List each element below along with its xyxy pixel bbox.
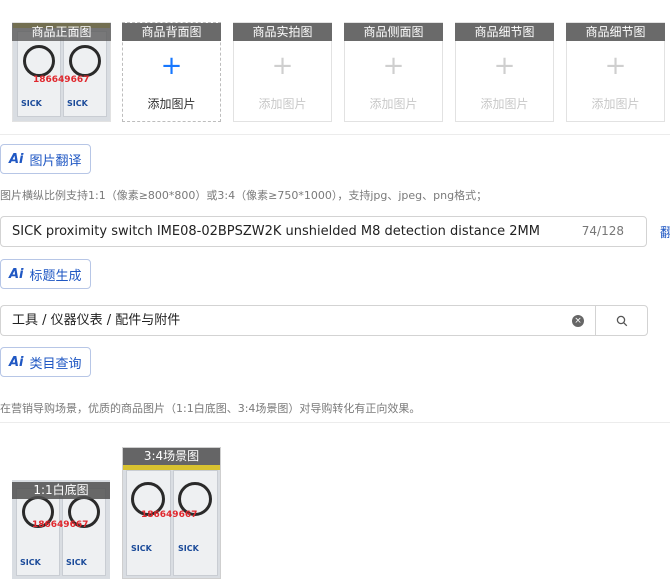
title-generate-button[interactable]: Ai 标题生成	[0, 259, 91, 289]
button-label: 类目查询	[29, 356, 82, 372]
photo-brand: SICK	[66, 558, 87, 567]
photo-brand: SICK	[21, 99, 42, 108]
plus-icon: +	[493, 51, 516, 81]
slot-caption: 商品细节图	[566, 23, 665, 41]
slot-caption: 商品实拍图	[233, 23, 332, 41]
image-format-hint: 图片横纵比例支持1:1（像素≥800*800）或3:4（像素≥750*1000）…	[0, 189, 488, 202]
slot-caption: 商品侧面图	[344, 23, 443, 41]
photo-brand: SICK	[178, 544, 199, 553]
category-value: 工具 / 仪器仪表 / 配件与附件	[12, 313, 181, 328]
slot-caption: 商品细节图	[455, 23, 554, 41]
image-slot-real[interactable]: 商品实拍图 + 添加图片	[233, 22, 332, 122]
image-slot-front[interactable]: 186649667 SICK SICK 商品正面图	[12, 22, 111, 122]
ai-icon: Ai	[9, 151, 24, 167]
plus-icon: +	[382, 51, 405, 81]
ai-icon: Ai	[9, 266, 24, 282]
title-counter: 74/128	[581, 224, 624, 238]
slot-caption: 商品背面图	[122, 23, 221, 41]
marketing-hint: 在营销导购场景，优质的商品图片（1:1白底图、3:4场景图）对导购转化有正向效果…	[0, 402, 421, 415]
photo-brand: SICK	[67, 99, 88, 108]
clear-icon[interactable]: ×	[572, 315, 584, 327]
button-label: 图片翻译	[29, 153, 82, 169]
search-icon	[616, 315, 628, 327]
photo-stamp: 186649667	[33, 75, 90, 85]
image-slot-detail-2[interactable]: 商品细节图 + 添加图片	[566, 22, 665, 122]
photo-coil	[69, 45, 101, 77]
plus-icon: +	[604, 51, 627, 81]
title-input[interactable]: SICK proximity switch IME08-02BPSZW2K un…	[0, 216, 647, 247]
image-slot-side[interactable]: 商品侧面图 + 添加图片	[344, 22, 443, 122]
image-slot-back[interactable]: 商品背面图 + 添加图片	[122, 22, 221, 122]
ai-icon: Ai	[9, 354, 24, 370]
slot-caption: 商品正面图	[12, 23, 111, 41]
marketing-image-square[interactable]: 186649667 SICK SICK 1:1白底图	[12, 480, 110, 579]
button-label: 标题生成	[29, 268, 82, 284]
plus-icon: +	[160, 51, 183, 81]
title-value: SICK proximity switch IME08-02BPSZW2K un…	[12, 224, 540, 239]
category-search-button[interactable]	[595, 305, 648, 336]
marketing-caption: 1:1白底图	[12, 482, 110, 499]
photo-stamp: 186649667	[32, 520, 89, 530]
plus-icon: +	[271, 51, 294, 81]
add-image-label: 添加图片	[369, 97, 418, 111]
image-slot-detail[interactable]: 商品细节图 + 添加图片	[455, 22, 554, 122]
photo-stamp: 186649667	[141, 510, 198, 520]
translate-link[interactable]: 翻	[660, 222, 670, 241]
section-divider	[0, 134, 670, 135]
add-image-label: 添加图片	[147, 97, 196, 111]
add-image-label: 添加图片	[258, 97, 307, 111]
image-translate-button[interactable]: Ai 图片翻译	[0, 144, 91, 174]
section-divider	[0, 422, 670, 423]
marketing-caption: 3:4场景图	[123, 448, 220, 465]
photo-coil	[23, 45, 55, 77]
photo-brand: SICK	[131, 544, 152, 553]
photo-brand: SICK	[20, 558, 41, 567]
category-query-button[interactable]: Ai 类目查询	[0, 347, 91, 377]
category-input[interactable]: 工具 / 仪器仪表 / 配件与附件 ×	[0, 305, 595, 336]
add-image-label: 添加图片	[591, 97, 640, 111]
marketing-image-portrait[interactable]: 186649667 SICK SICK 3:4场景图	[122, 447, 221, 579]
add-image-label: 添加图片	[480, 97, 529, 111]
